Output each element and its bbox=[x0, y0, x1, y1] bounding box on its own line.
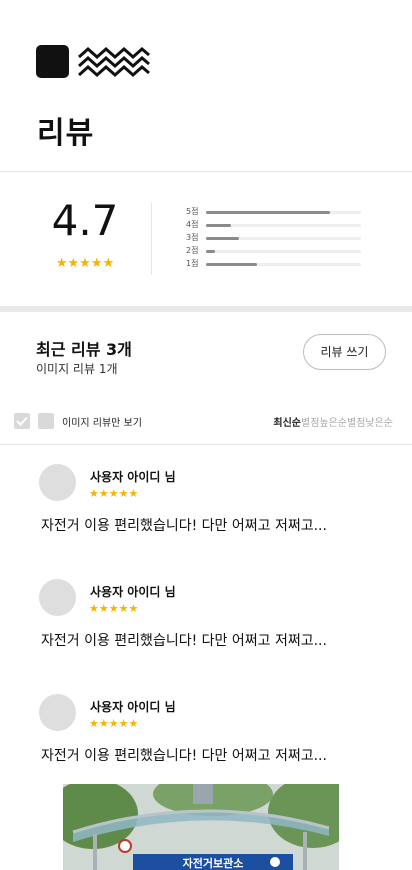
average-rating: 4.7 bbox=[51, 196, 119, 245]
logo-waves-icon bbox=[78, 46, 150, 78]
review-stars: ★★★★★ bbox=[89, 602, 139, 615]
review-photo[interactable]: 자전거보관소 bbox=[63, 784, 339, 870]
rating-bar-fill bbox=[206, 250, 216, 253]
list-divider bbox=[0, 444, 412, 445]
rating-bar-track bbox=[206, 211, 361, 214]
summary-divider bbox=[151, 203, 152, 275]
rating-bar-fill bbox=[206, 263, 258, 266]
review-item[interactable]: 사용자 아이디 님 ★★★★★ 자전거 이용 편리했습니다! 다만 어쩌고 저쩌… bbox=[0, 693, 412, 793]
page-header: 리뷰 bbox=[0, 0, 412, 172]
review-text: 자전거 이용 편리했습니다! 다만 어쩌고 저쩌고... bbox=[41, 633, 327, 649]
avatar bbox=[39, 694, 76, 731]
review-text: 자전거 이용 편리했습니다! 다만 어쩌고 저쩌고... bbox=[41, 748, 327, 764]
review-text: 자전거 이용 편리했습니다! 다만 어쩌고 저쩌고... bbox=[41, 518, 327, 534]
page-title: 리뷰 bbox=[37, 116, 95, 151]
write-review-button[interactable]: 리뷰 쓰기 bbox=[303, 334, 386, 370]
sort-options: 최신순별점높은순별점낮은순 bbox=[273, 414, 393, 429]
sort-rating-low[interactable]: 별점낮은순 bbox=[347, 418, 393, 429]
review-username: 사용자 아이디 님 bbox=[90, 700, 176, 714]
review-username: 사용자 아이디 님 bbox=[90, 470, 176, 484]
avatar bbox=[39, 464, 76, 501]
check-icon bbox=[16, 416, 28, 426]
rating-bar-fill bbox=[206, 237, 239, 240]
rating-bar-track bbox=[206, 237, 361, 240]
average-stars: ★★★★★ bbox=[55, 256, 115, 271]
sort-rating-high[interactable]: 별점높은순 bbox=[301, 418, 347, 429]
review-item[interactable]: 사용자 아이디 님 ★★★★★ 자전거 이용 편리했습니다! 다만 어쩌고 저쩌… bbox=[0, 463, 412, 563]
rating-row-label: 1점 bbox=[186, 259, 199, 268]
review-username: 사용자 아이디 님 bbox=[90, 585, 176, 599]
recent-reviews-title: 최근 리뷰 3개 bbox=[36, 340, 132, 359]
review-item[interactable]: 사용자 아이디 님 ★★★★★ 자전거 이용 편리했습니다! 다만 어쩌고 저쩌… bbox=[0, 578, 412, 678]
shelter-sign-text: 자전거보관소 bbox=[183, 856, 244, 870]
rating-row-label: 4점 bbox=[186, 220, 199, 229]
section-separator bbox=[0, 306, 412, 312]
bike-shelter-photo: 자전거보관소 bbox=[63, 784, 339, 870]
rating-row-label: 3점 bbox=[186, 233, 199, 242]
image-only-toggle[interactable] bbox=[38, 413, 54, 429]
image-review-count: 이미지 리뷰 1개 bbox=[36, 362, 118, 376]
rating-row-label: 2점 bbox=[186, 246, 199, 255]
rating-bar-track bbox=[206, 224, 361, 227]
image-only-label[interactable]: 이미지 리뷰만 보기 bbox=[62, 414, 142, 429]
avatar bbox=[39, 579, 76, 616]
rating-bar-track bbox=[206, 250, 361, 253]
review-stars: ★★★★★ bbox=[89, 487, 139, 500]
review-stars: ★★★★★ bbox=[89, 717, 139, 730]
logo-square-icon bbox=[36, 45, 69, 78]
rating-bar-fill bbox=[206, 211, 330, 214]
image-only-checkbox[interactable] bbox=[14, 413, 30, 429]
rating-bar-track bbox=[206, 263, 361, 266]
sort-latest[interactable]: 최신순 bbox=[273, 418, 301, 429]
rating-bar-fill bbox=[206, 224, 231, 227]
rating-row-label: 5점 bbox=[186, 207, 199, 216]
